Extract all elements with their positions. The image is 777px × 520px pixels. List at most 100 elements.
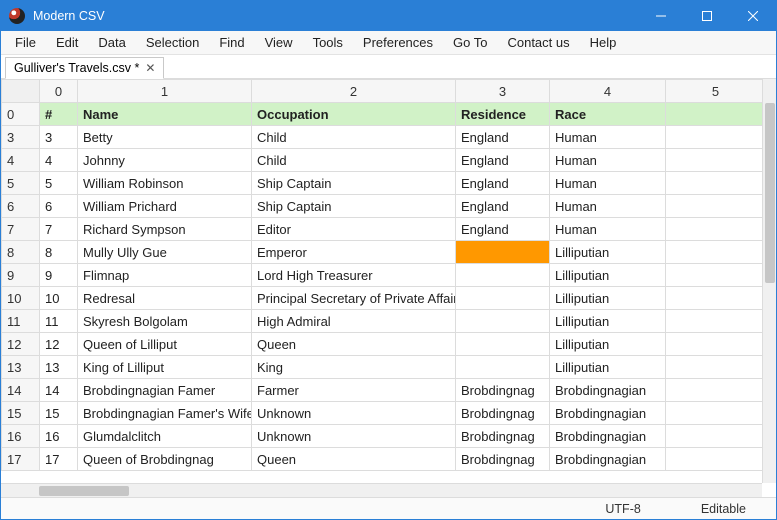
cell[interactable] <box>666 356 766 379</box>
column-header[interactable]: 2 <box>252 80 456 103</box>
status-encoding[interactable]: UTF-8 <box>575 502 670 516</box>
cell[interactable]: Brobdingnagian <box>550 425 666 448</box>
row-header[interactable]: 16 <box>2 425 40 448</box>
row-header[interactable]: 12 <box>2 333 40 356</box>
cell[interactable] <box>666 264 766 287</box>
cell[interactable]: Flimnap <box>78 264 252 287</box>
cell[interactable]: Glumdalclitch <box>78 425 252 448</box>
menu-data[interactable]: Data <box>90 33 133 52</box>
cell[interactable]: Queen <box>252 333 456 356</box>
cell[interactable]: William Prichard <box>78 195 252 218</box>
cell[interactable]: Lord High Treasurer <box>252 264 456 287</box>
row-header[interactable]: 5 <box>2 172 40 195</box>
cell[interactable]: Brobdingnag <box>456 425 550 448</box>
cell[interactable]: Lilliputian <box>550 241 666 264</box>
cell[interactable]: Name <box>78 103 252 126</box>
column-header[interactable]: 4 <box>550 80 666 103</box>
cell[interactable] <box>666 149 766 172</box>
tab-close-icon[interactable]: ✕ <box>145 62 155 74</box>
row-header[interactable]: 17 <box>2 448 40 471</box>
cell[interactable]: Queen of Lilliput <box>78 333 252 356</box>
cell[interactable]: 5 <box>40 172 78 195</box>
cell[interactable]: Race <box>550 103 666 126</box>
cell[interactable]: Brobdingnagian <box>550 402 666 425</box>
cell[interactable] <box>456 287 550 310</box>
cell[interactable]: 11 <box>40 310 78 333</box>
row-header[interactable]: 9 <box>2 264 40 287</box>
cell[interactable]: 15 <box>40 402 78 425</box>
row-header[interactable]: 8 <box>2 241 40 264</box>
cell[interactable]: England <box>456 172 550 195</box>
cell[interactable]: Child <box>252 126 456 149</box>
cell[interactable]: King of Lilliput <box>78 356 252 379</box>
cell[interactable] <box>666 287 766 310</box>
cell[interactable]: Lilliputian <box>550 333 666 356</box>
menu-preferences[interactable]: Preferences <box>355 33 441 52</box>
scrollbar-thumb[interactable] <box>765 103 775 283</box>
cell[interactable]: Queen <box>252 448 456 471</box>
cell[interactable]: Principal Secretary of Private Affairs <box>252 287 456 310</box>
cell[interactable]: Human <box>550 195 666 218</box>
cell[interactable]: Ship Captain <box>252 195 456 218</box>
cell[interactable]: High Admiral <box>252 310 456 333</box>
cell[interactable] <box>666 402 766 425</box>
cell[interactable]: 16 <box>40 425 78 448</box>
cell[interactable]: England <box>456 126 550 149</box>
menu-contact[interactable]: Contact us <box>499 33 577 52</box>
cell[interactable]: 3 <box>40 126 78 149</box>
cell[interactable] <box>666 310 766 333</box>
row-header[interactable]: 6 <box>2 195 40 218</box>
cell[interactable]: Child <box>252 149 456 172</box>
row-header[interactable]: 14 <box>2 379 40 402</box>
cell[interactable]: 10 <box>40 287 78 310</box>
cell[interactable]: Lilliputian <box>550 356 666 379</box>
cell[interactable] <box>666 379 766 402</box>
cell[interactable]: 14 <box>40 379 78 402</box>
cell[interactable] <box>666 425 766 448</box>
row-header[interactable]: 4 <box>2 149 40 172</box>
cell[interactable]: 12 <box>40 333 78 356</box>
row-header[interactable]: 13 <box>2 356 40 379</box>
row-header[interactable]: 0 <box>2 103 40 126</box>
vertical-scrollbar[interactable] <box>762 79 776 483</box>
cell[interactable]: Human <box>550 218 666 241</box>
horizontal-scrollbar[interactable] <box>1 483 762 497</box>
cell[interactable]: Brobdingnagian Famer <box>78 379 252 402</box>
cell[interactable]: Editor <box>252 218 456 241</box>
cell[interactable]: Residence <box>456 103 550 126</box>
cell[interactable] <box>666 218 766 241</box>
row-header[interactable]: 7 <box>2 218 40 241</box>
grid-corner[interactable] <box>2 80 40 103</box>
spreadsheet-grid[interactable]: 0123450#NameOccupationResidenceRace33Bet… <box>1 79 776 497</box>
cell[interactable] <box>666 195 766 218</box>
cell[interactable] <box>456 310 550 333</box>
cell[interactable]: 8 <box>40 241 78 264</box>
cell[interactable]: England <box>456 218 550 241</box>
cell[interactable] <box>456 356 550 379</box>
cell[interactable] <box>666 172 766 195</box>
cell[interactable]: 4 <box>40 149 78 172</box>
cell[interactable]: Human <box>550 172 666 195</box>
cell[interactable]: Human <box>550 149 666 172</box>
scrollbar-thumb[interactable] <box>39 486 129 496</box>
cell[interactable]: Ship Captain <box>252 172 456 195</box>
cell[interactable]: 13 <box>40 356 78 379</box>
cell[interactable]: England <box>456 195 550 218</box>
menu-goto[interactable]: Go To <box>445 33 495 52</box>
cell[interactable] <box>456 264 550 287</box>
cell[interactable]: Occupation <box>252 103 456 126</box>
cell[interactable] <box>456 333 550 356</box>
cell[interactable]: William Robinson <box>78 172 252 195</box>
cell[interactable]: 9 <box>40 264 78 287</box>
column-header[interactable]: 5 <box>666 80 766 103</box>
row-header[interactable]: 3 <box>2 126 40 149</box>
cell[interactable]: Human <box>550 126 666 149</box>
close-button[interactable] <box>730 1 776 31</box>
cell[interactable]: England <box>456 149 550 172</box>
cell[interactable]: Lilliputian <box>550 310 666 333</box>
menu-find[interactable]: Find <box>211 33 252 52</box>
minimize-button[interactable] <box>638 1 684 31</box>
cell[interactable]: # <box>40 103 78 126</box>
row-header[interactable]: 15 <box>2 402 40 425</box>
cell[interactable]: Richard Sympson <box>78 218 252 241</box>
